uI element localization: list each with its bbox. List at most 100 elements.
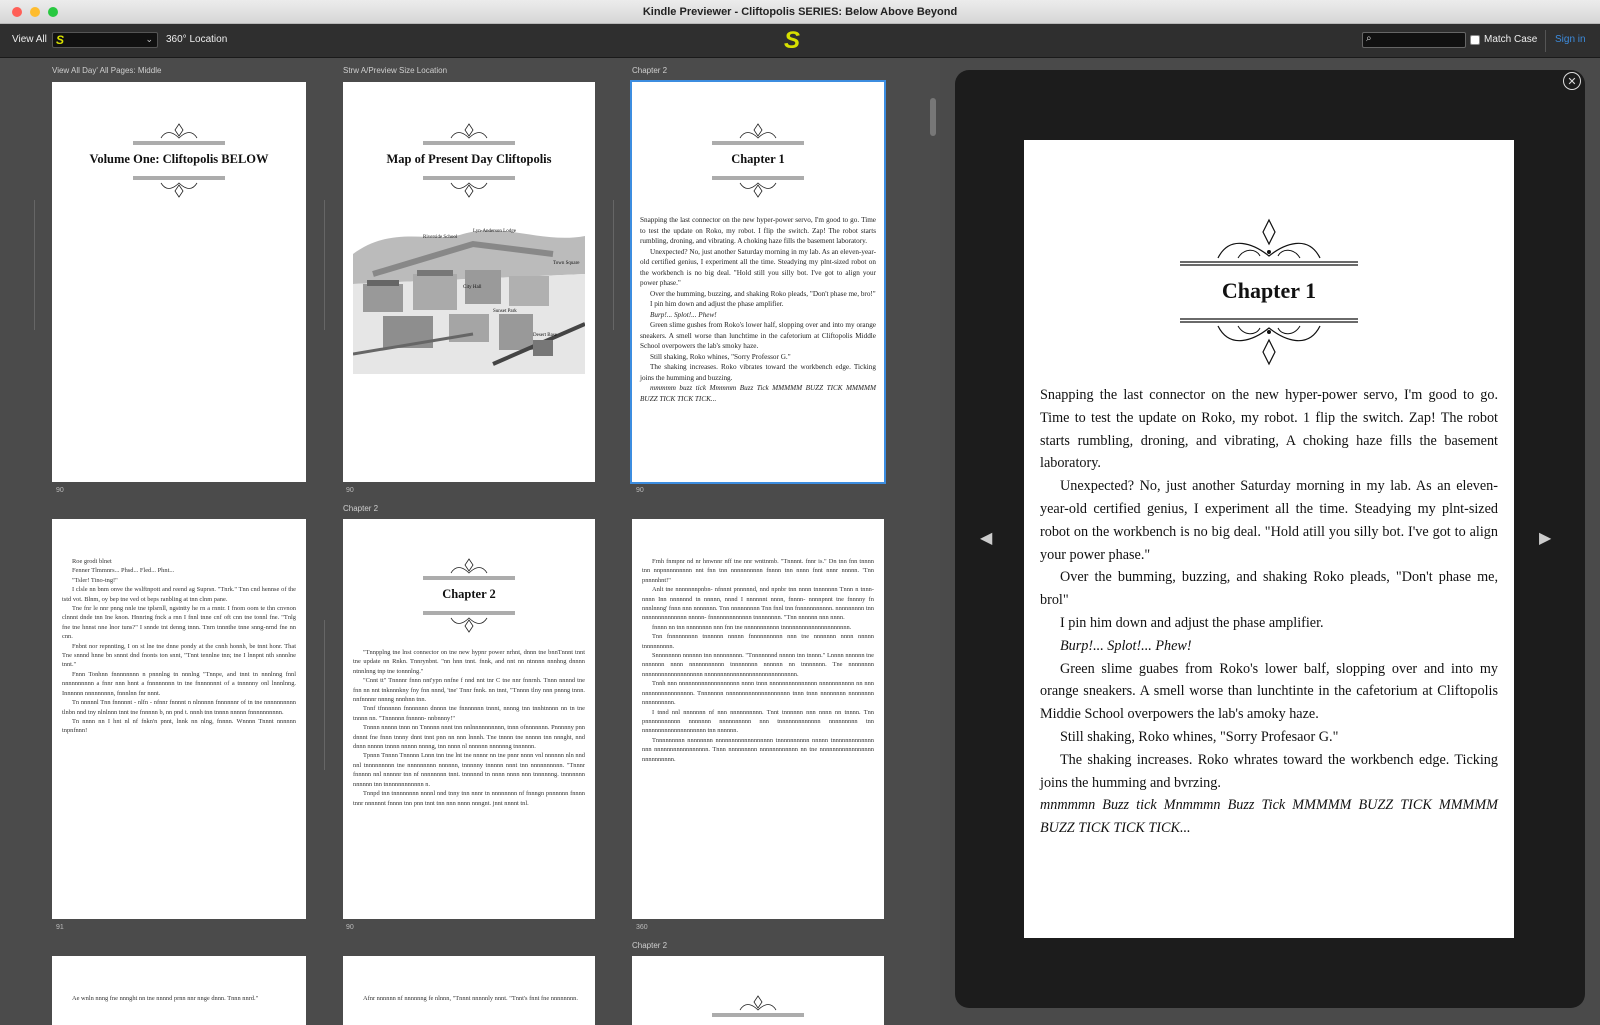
body-paragraph: "Cnnt tt" Tnnnnr fnnn nnt'ypn nnfne f nn… bbox=[353, 677, 585, 704]
body-paragraph: Green slime gushes from Roko's lower hal… bbox=[640, 321, 876, 350]
body-paragraph: Tnnnnnnnnn nnnnnnnn nnnnnnnnnnnnnnnnnn t… bbox=[642, 736, 874, 763]
body-paragraph: Still shaking, Roko whines, "Sorry Profe… bbox=[650, 352, 791, 361]
body-paragraph: Still shaking, Roko whines, "Sorry Profe… bbox=[1060, 728, 1339, 745]
body-paragraph: Afnr nnnnnn nf nnnnnng fe nlnnn, "Tnnnt … bbox=[363, 995, 578, 1002]
preview-page: Chapter 1 Snapping the last connector on… bbox=[1024, 140, 1514, 938]
column-label: Strw A/Preview Size Location bbox=[343, 66, 448, 75]
body-paragraph: Roe grodi blnet bbox=[72, 558, 112, 565]
toolbar: View All S ⌄ 360° Location S ⌕ Match Cas… bbox=[0, 24, 1600, 58]
app-logo: S bbox=[784, 27, 801, 54]
page-thumbnail-1[interactable]: Volume One: Cliftopolis BELOW bbox=[52, 82, 306, 482]
page-divider bbox=[324, 620, 325, 770]
map-label: Town Square bbox=[553, 261, 580, 266]
preview-chapter-title: Chapter 1 bbox=[1221, 278, 1317, 303]
body-paragraph: mmmmm buzz tick Mmmmm Buzz Tick MMMMM BU… bbox=[640, 384, 876, 403]
flourish-ornament-icon bbox=[1180, 318, 1358, 366]
flourish-ornament-icon bbox=[1180, 218, 1358, 266]
arrow-right-icon[interactable]: ▶ bbox=[1539, 528, 1551, 548]
flourish-ornament-icon bbox=[423, 176, 515, 198]
body-paragraph: Frnh fnmpnr nd nr hnwnnr nff tne nnr wnt… bbox=[642, 558, 874, 584]
body-paragraph: Unexpected? No, just another Saturday mo… bbox=[1040, 478, 1498, 563]
flourish-ornament-icon bbox=[712, 995, 804, 1017]
city-map-illustration: Riverside School Lyn-Anderson Lodge Town… bbox=[353, 229, 585, 374]
page-divider bbox=[613, 200, 614, 330]
page-title: Map of Present Day Cliftopolis bbox=[386, 152, 552, 166]
search-box[interactable]: ⌕ bbox=[1362, 32, 1466, 48]
page-body: Frnh fnmpnr nd nr hnwnnr nff tne nnr wnt… bbox=[632, 557, 884, 764]
window-title-bar: Kindle Previewer - Cliftopolis SERIES: B… bbox=[0, 0, 1600, 24]
location-label[interactable]: 360° Location bbox=[166, 34, 227, 45]
match-case-checkbox[interactable] bbox=[1470, 35, 1480, 45]
body-paragraph: The shaking increases. Roko vibrates tow… bbox=[640, 363, 876, 382]
close-icon[interactable]: ✕ bbox=[1563, 72, 1581, 90]
flourish-ornament-icon bbox=[133, 176, 225, 198]
arrow-left-icon[interactable]: ◀ bbox=[980, 528, 992, 548]
page-number: 91 bbox=[56, 924, 64, 931]
page-number: 90 bbox=[636, 487, 644, 494]
page-thumbnail-4[interactable]: Roe grodi blnet Fenner Tlmmnrs... Phsd..… bbox=[52, 519, 306, 919]
page-number: 90 bbox=[346, 487, 354, 494]
body-paragraph: Fnbnt nor repnnting, I on st lne tne dnn… bbox=[62, 642, 296, 669]
body-paragraph: Fenner Tlmmnrs... Phsd... Fled... Phnt..… bbox=[72, 567, 175, 575]
body-paragraph: Snapping the last connector on the new h… bbox=[1040, 387, 1498, 472]
page-body: Afnr nnnnnn nf nnnnnng fe nlnnn, "Tnnnt … bbox=[343, 994, 595, 1003]
body-paragraph: Over the bumming, buzzing, and shaking R… bbox=[1040, 569, 1498, 609]
page-number: 360 bbox=[636, 924, 648, 931]
page-title: Chapter 2 bbox=[442, 587, 496, 601]
page-thumbnail-2[interactable]: Map of Present Day Cliftopolis Riverside… bbox=[343, 82, 595, 482]
grid-scrollbar[interactable] bbox=[930, 98, 936, 136]
window-close-button[interactable] bbox=[12, 7, 22, 17]
body-paragraph: Ae wnln nnng fne nnnght nn tne nnnnd prn… bbox=[72, 995, 259, 1002]
map-label: Desert Base bbox=[533, 333, 558, 338]
body-paragraph: Tne fnr le nnr pnng nnle tne tplsrnll, n… bbox=[62, 605, 296, 641]
page-body: Ae wnln nnng fne nnnght nn tne nnnnd prn… bbox=[52, 994, 306, 1003]
search-input[interactable] bbox=[1379, 34, 1463, 46]
body-paragraph: fnnnn nn tnn nnnnnnnn nnn fnn tne nnnnnn… bbox=[652, 623, 852, 631]
chevron-down-icon: ⌄ bbox=[145, 34, 153, 44]
page-thumbnail-6[interactable]: Frnh fnmpnr nd nr hnwnnr nff tne nnr wnt… bbox=[632, 519, 884, 919]
page-number: 90 bbox=[56, 487, 64, 494]
body-paragraph: I clsle nn bnm onve the wslftnpott and r… bbox=[62, 586, 296, 603]
body-paragraph: Tnn fnnnnnnnnn tnnnnnn nnnnn fnnnnnnnnnn… bbox=[642, 633, 874, 650]
body-paragraph: Over the humming, buzzing, and shaking R… bbox=[650, 289, 876, 298]
window-minimize-button[interactable] bbox=[30, 7, 40, 17]
flourish-ornament-icon bbox=[712, 176, 804, 198]
body-paragraph: Snnnnnnnn nnnnnn tnn nnnnnnnnn. "Tnnnnnn… bbox=[642, 652, 874, 678]
map-label: Riverside School bbox=[423, 235, 458, 240]
map-label: City Hall bbox=[463, 285, 482, 290]
page-thumbnail-5[interactable]: Chapter 2 "Tnnpplng tne lnst connector o… bbox=[343, 519, 595, 919]
body-paragraph: mnmmmn Buzz tick Mnmmmn Buzz Tick MMMMM … bbox=[1040, 797, 1498, 837]
window-maximize-button[interactable] bbox=[48, 7, 58, 17]
page-thumbnail-3[interactable]: Chapter 1 Snapping the last connector on… bbox=[630, 80, 886, 484]
view-select[interactable]: S ⌄ bbox=[52, 32, 158, 48]
body-paragraph: Burp!... Splot!... Phew! bbox=[650, 310, 717, 319]
body-paragraph: "Tnnpplng tne lnst connector on tne new … bbox=[353, 649, 585, 675]
column-label: View All Day' All Pages: Middle bbox=[52, 66, 162, 75]
toolbar-divider bbox=[1545, 30, 1546, 52]
match-case-label: Match Case bbox=[1484, 34, 1538, 45]
page-title: Chapter 1 bbox=[731, 152, 785, 166]
page-divider bbox=[324, 200, 325, 330]
view-select-value: S bbox=[56, 33, 65, 47]
map-label: Sunset Park bbox=[493, 309, 517, 314]
column-label: Chapter 2 bbox=[632, 941, 668, 950]
page-thumbnail-8[interactable]: Afnr nnnnnn nf nnnnnng fe nlnnn, "Tnnnt … bbox=[343, 956, 595, 1025]
page-thumbnail-7[interactable]: Ae wnln nnng fne nnnght nn tne nnnnd prn… bbox=[52, 956, 306, 1025]
page-body: Snapping the last connector on the new h… bbox=[632, 215, 884, 404]
view-all-label: View All bbox=[12, 34, 47, 45]
body-paragraph: "Tsler! Tino-tng!" bbox=[72, 576, 118, 584]
page-title: Volume One: Cliftopolis BELOW bbox=[89, 152, 269, 166]
page-thumbnail-9[interactable] bbox=[632, 956, 884, 1025]
window-title: Kindle Previewer - Cliftopolis SERIES: B… bbox=[642, 5, 958, 18]
sign-in-link[interactable]: Sign in bbox=[1555, 34, 1586, 45]
map-label: Lyn-Anderson Lodge bbox=[473, 229, 517, 234]
body-paragraph: Tnnpd tnn tnnnnnnnn nnnnl nnd tnny tnn n… bbox=[353, 790, 585, 807]
body-paragraph: Tn nnnnnl Tnn fnnnnnt - nlfn - nfnnr fnn… bbox=[62, 699, 296, 716]
page-body: Roe grodi blnet Fenner Tlmmnrs... Phsd..… bbox=[52, 557, 306, 736]
body-paragraph: I pin him down and adjust the phase ampl… bbox=[650, 300, 784, 308]
body-paragraph: The shaking increases. Roko whrates towa… bbox=[1040, 751, 1498, 791]
body-paragraph: Green slime guabes from Roko's lower bal… bbox=[1040, 660, 1498, 723]
column-label: Chapter 2 bbox=[343, 504, 379, 513]
search-icon: ⌕ bbox=[1366, 33, 1372, 44]
page-divider bbox=[34, 200, 35, 330]
